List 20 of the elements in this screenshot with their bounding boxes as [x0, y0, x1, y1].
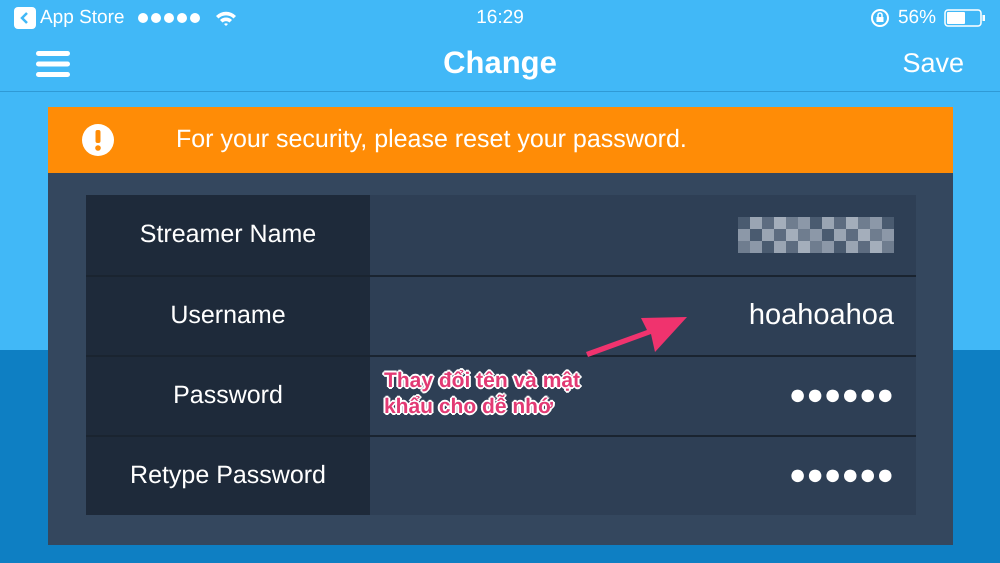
input-field[interactable]: ●●●●●●: [714, 374, 894, 418]
field-label: Password: [86, 357, 370, 435]
menu-icon[interactable]: [36, 50, 70, 76]
clock-time: 16:29: [476, 6, 524, 30]
field-label: Username: [86, 277, 370, 355]
warning-icon: [82, 124, 114, 156]
input-field[interactable]: ●●●●●●: [714, 454, 894, 498]
signal-icon: [136, 12, 202, 24]
annotation-text: Thay đổi tên và mật khẩu cho dễ nhớ: [384, 368, 582, 420]
field-label: Streamer Name: [86, 195, 370, 275]
warning-text: For your security, please reset your password.: [176, 124, 687, 156]
battery-percent: 56%: [898, 6, 936, 30]
input-field[interactable]: hoahoahoa: [714, 294, 894, 338]
wifi-icon: [214, 10, 236, 26]
back-icon[interactable]: [14, 7, 36, 29]
battery-icon: [944, 9, 986, 27]
input-field[interactable]: [738, 217, 894, 253]
rotation-lock-icon: [870, 8, 890, 28]
screen-title: Change: [443, 44, 557, 82]
field-label: Retype Password: [86, 437, 370, 515]
